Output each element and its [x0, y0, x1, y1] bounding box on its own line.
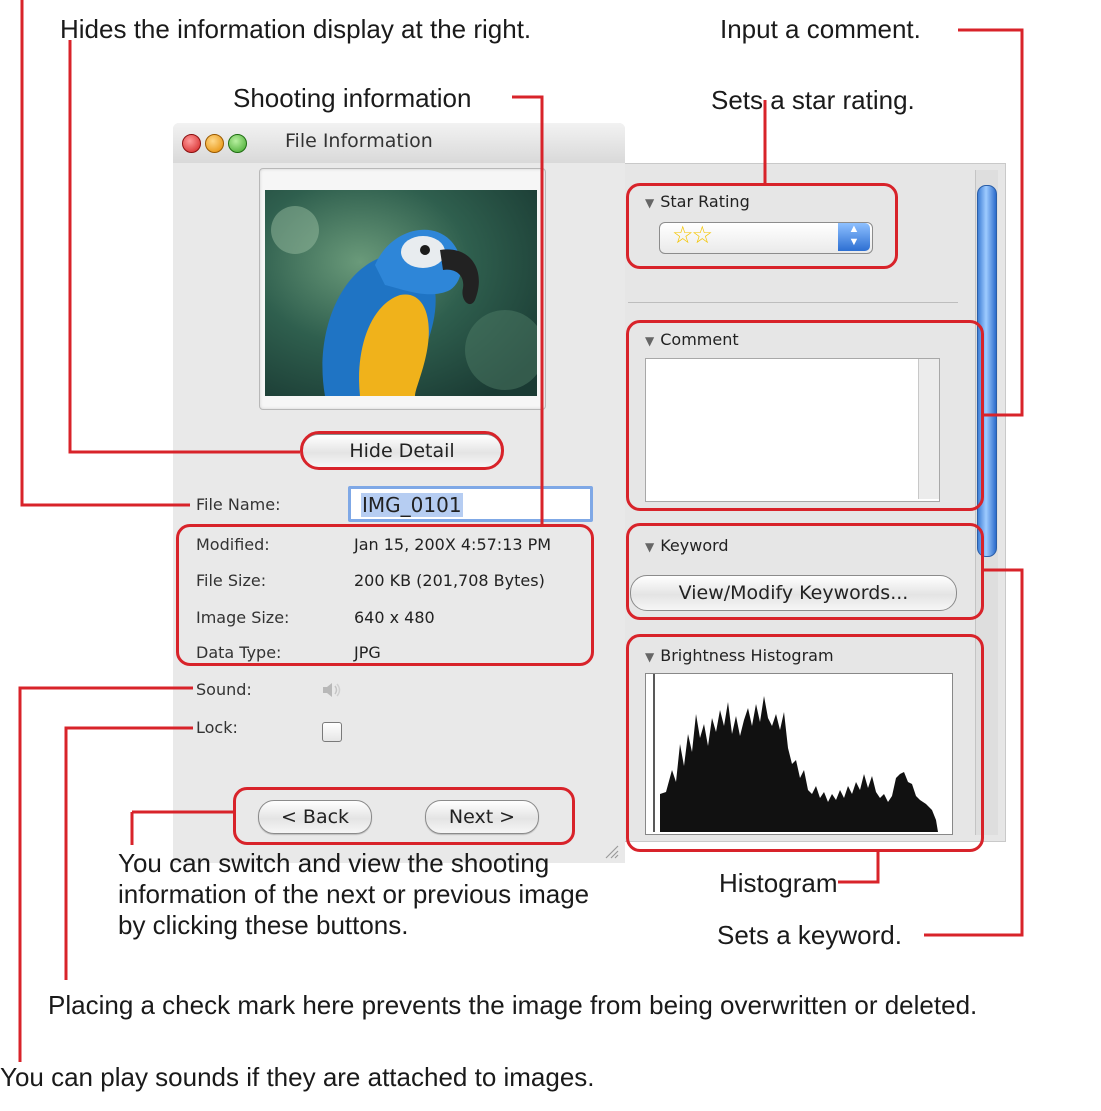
callout-leader-lines — [18, 0, 1024, 1062]
callout-switch-info: You can switch and view the shooting inf… — [118, 848, 590, 941]
callout-input-comment: Input a comment. — [720, 14, 921, 44]
callout-hide-info: Hides the information display at the rig… — [60, 14, 532, 44]
callout-lock: Placing a check mark here prevents the i… — [48, 990, 978, 1020]
callout-star-rating: Sets a star rating. — [711, 85, 915, 115]
callout-shooting-info: Shooting information — [233, 83, 472, 113]
callout-histogram: Histogram — [719, 868, 838, 898]
callout-sound: You can play sounds if they are attached… — [0, 1062, 595, 1092]
callout-keyword: Sets a keyword. — [717, 920, 902, 950]
